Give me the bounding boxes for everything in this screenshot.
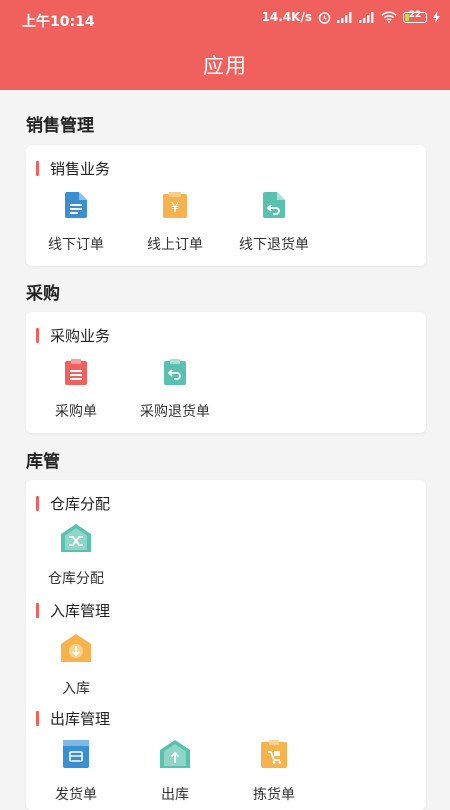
yen-clipboard-icon: ¥ <box>120 192 230 222</box>
status-icons: 14.4K/s 22 <box>262 10 440 24</box>
delivery-icon <box>21 740 131 772</box>
section-title-warehouse: 库管 <box>26 452 60 472</box>
group-marker <box>36 328 39 343</box>
app-inbound[interactable]: 入库 <box>21 634 131 698</box>
item-label: 出库 <box>161 787 189 803</box>
item-label: 发货单 <box>55 787 97 803</box>
card-warehouse: 仓库分配 仓库分配 入库管理 入库 出库管理 发货单 出库 拣货单 <box>26 480 426 810</box>
app-picking-list[interactable]: 拣货单 <box>219 740 329 804</box>
alarm-icon <box>318 11 331 24</box>
charging-icon <box>433 11 440 23</box>
group-head-sales-business: 销售业务 <box>36 158 110 179</box>
warehouse-out-icon <box>120 740 230 772</box>
card-purchase: 采购业务 采购单 采购退货单 <box>26 312 426 433</box>
app-offline-return[interactable]: 线下退货单 <box>219 192 329 254</box>
group-head-purchase-business: 采购业务 <box>36 325 110 346</box>
app-purchase-return[interactable]: 采购退货单 <box>120 359 230 421</box>
page-title: 应用 <box>203 54 247 78</box>
app-outbound[interactable]: 出库 <box>120 740 230 804</box>
return-clipboard-icon <box>120 359 230 389</box>
app-warehouse-allocation[interactable]: 仓库分配 <box>21 524 131 588</box>
picking-icon <box>219 740 329 772</box>
group-title: 入库管理 <box>50 602 111 620</box>
group-head-warehouse-allocation: 仓库分配 <box>36 493 110 514</box>
card-sales: 销售业务 线下订单 ¥ 线上订单 线下退货单 <box>26 145 426 266</box>
battery-level: 22 <box>408 9 422 20</box>
warehouse-in-icon <box>21 634 131 666</box>
group-title: 采购业务 <box>50 327 111 345</box>
document-icon <box>21 192 131 222</box>
net-speed: 14.4K/s <box>261 10 312 24</box>
item-label: 拣货单 <box>253 787 295 803</box>
group-marker <box>36 603 39 618</box>
group-marker <box>36 161 39 176</box>
group-title: 销售业务 <box>50 160 111 178</box>
svg-text:¥: ¥ <box>171 201 179 216</box>
item-label: 采购退货单 <box>140 404 210 420</box>
warehouse-shuffle-icon <box>21 524 131 556</box>
group-marker <box>36 711 39 726</box>
wifi-icon <box>381 11 397 23</box>
section-title-purchase: 采购 <box>26 284 60 304</box>
list-clipboard-icon <box>21 359 131 389</box>
section-title-sales: 销售管理 <box>26 116 94 136</box>
app-purchase-order[interactable]: 采购单 <box>21 359 131 421</box>
app-online-order[interactable]: ¥ 线上订单 <box>120 192 230 254</box>
item-label: 仓库分配 <box>48 571 104 587</box>
status-time: 上午10:14 <box>22 14 95 30</box>
item-label: 线上订单 <box>147 237 203 253</box>
item-label: 入库 <box>62 681 90 697</box>
signal-icon-2 <box>359 11 375 23</box>
group-marker <box>36 496 39 511</box>
battery-icon: 22 <box>403 9 427 23</box>
return-document-icon <box>219 192 329 222</box>
app-offline-order[interactable]: 线下订单 <box>21 192 131 254</box>
item-label: 线下订单 <box>48 237 104 253</box>
item-label: 线下退货单 <box>239 237 309 253</box>
group-title: 出库管理 <box>50 710 111 728</box>
group-head-inbound: 入库管理 <box>36 600 110 621</box>
app-header: 上午10:14 14.4K/s 22 应用 <box>0 0 450 90</box>
group-head-outbound: 出库管理 <box>36 708 110 729</box>
item-label: 采购单 <box>55 404 97 420</box>
app-delivery-note[interactable]: 发货单 <box>21 740 131 804</box>
signal-icon <box>337 11 353 23</box>
group-title: 仓库分配 <box>50 495 111 513</box>
